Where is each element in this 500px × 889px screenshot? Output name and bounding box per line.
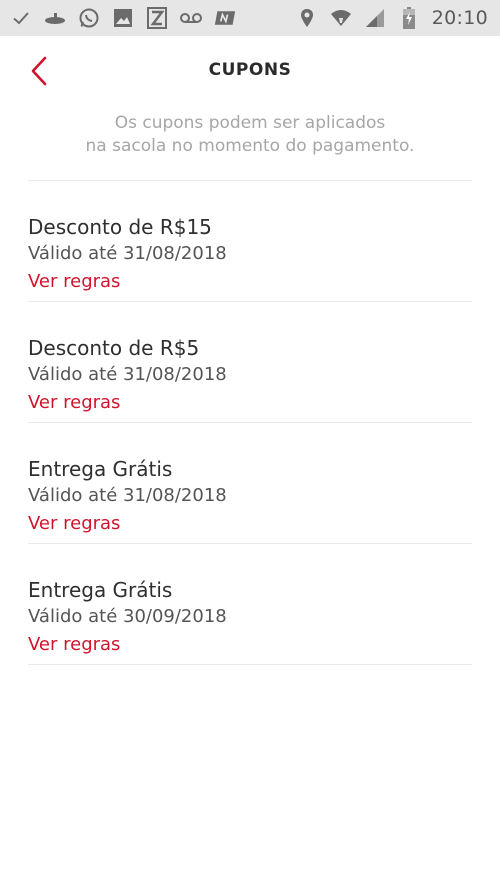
check-icon [10,7,32,29]
z-app-icon [146,7,168,29]
coupon-item: Entrega Grátis Válido até 30/09/2018 Ver… [28,544,472,665]
image-icon [112,7,134,29]
status-time: 20:10 [431,7,488,29]
coupon-list: Desconto de R$15 Válido até 31/08/2018 V… [0,181,500,665]
see-rules-link[interactable]: Ver regras [28,389,120,417]
header: CUPONS [0,36,500,108]
wifi-icon [330,7,352,29]
n-app-icon [214,7,236,29]
coupon-validity: Válido até 31/08/2018 [28,243,227,264]
system-icons: 20:10 [296,7,488,29]
subtitle-line-1: Os cupons podem ser aplicados [114,113,386,133]
coupon-item: Desconto de R$5 Válido até 31/08/2018 Ve… [28,302,472,423]
page-title: CUPONS [208,60,292,80]
subtitle-line-2: na sacola no momento do pagamento. [85,136,415,156]
subtitle: Os cupons podem ser aplicados na sacola … [60,112,440,158]
see-rules-link[interactable]: Ver regras [28,510,120,538]
coupon-validity: Válido até 31/08/2018 [28,485,227,506]
coupon-validity: Válido até 30/09/2018 [28,606,227,627]
see-rules-link[interactable]: Ver regras [28,631,120,659]
coupon-title: Entrega Grátis [28,457,173,481]
whatsapp-icon [78,7,100,29]
battery-charging-icon [398,7,420,29]
coupon-title: Desconto de R$5 [28,336,200,360]
submarine-icon [44,7,66,29]
coupon-title: Desconto de R$15 [28,215,212,239]
status-bar: 20:10 [0,0,500,36]
signal-icon [364,7,386,29]
coupon-item: Desconto de R$15 Válido até 31/08/2018 V… [28,181,472,302]
coupon-title: Entrega Grátis [28,578,173,602]
location-icon [296,7,318,29]
notification-icons [10,7,236,29]
voicemail-icon [180,7,202,29]
coupon-item: Entrega Grátis Válido até 31/08/2018 Ver… [28,423,472,544]
coupon-validity: Válido até 31/08/2018 [28,364,227,385]
see-rules-link[interactable]: Ver regras [28,268,120,296]
